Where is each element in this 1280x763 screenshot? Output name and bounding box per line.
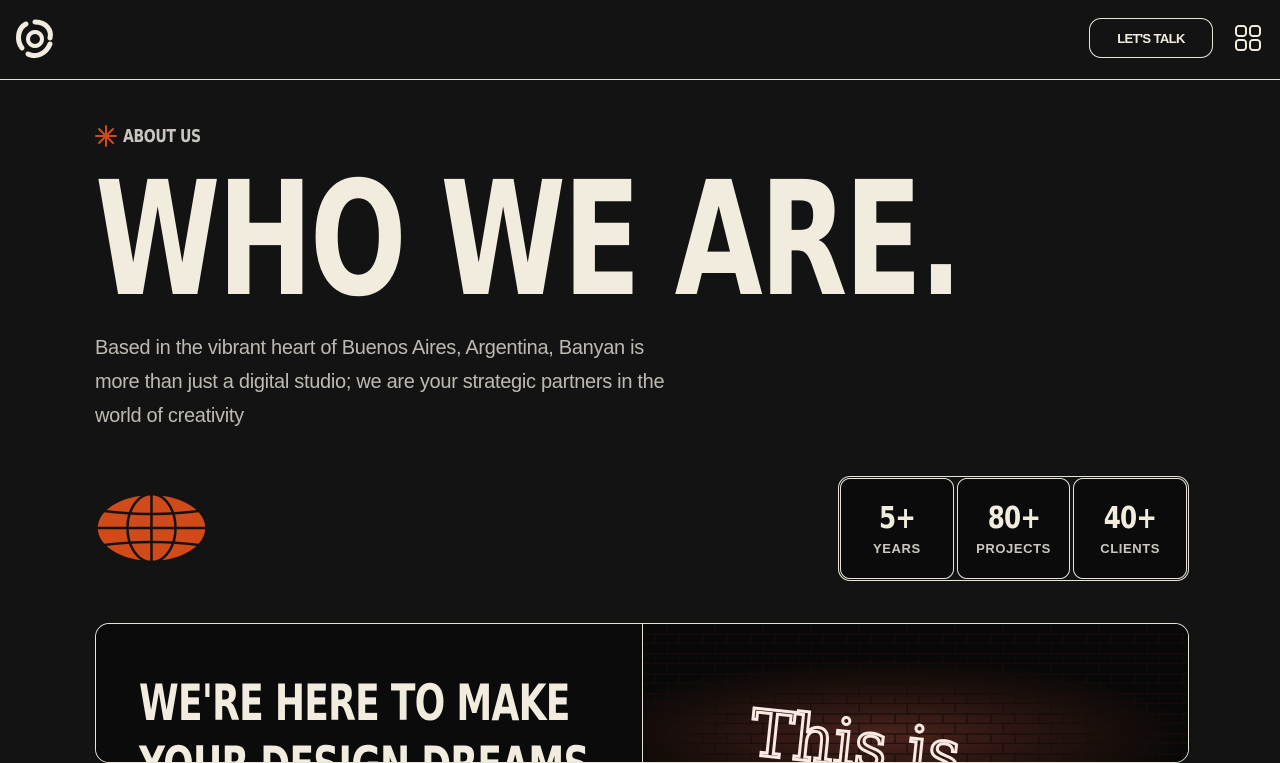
mission-cards: WE'RE HERE TO MAKE YOUR DESIGN DREAMS Th… <box>95 623 1189 763</box>
lets-talk-button[interactable]: LET'S TALK <box>1089 18 1213 58</box>
intro-paragraph: Based in the vibrant heart of Buenos Air… <box>95 337 665 427</box>
stat-years: 5+ YEARS <box>840 478 954 579</box>
stat-label: YEARS <box>872 541 921 556</box>
eyebrow-label: ABOUT US <box>123 125 201 147</box>
stat-value: 80+ <box>987 501 1040 536</box>
stat-label: CLIENTS <box>1100 541 1161 556</box>
section-eyebrow: ABOUT US <box>95 124 223 148</box>
mission-text-card: WE'RE HERE TO MAKE YOUR DESIGN DREAMS <box>96 624 643 762</box>
stat-value: 5+ <box>878 501 916 536</box>
stat-projects: 80+ PROJECTS <box>956 478 1071 579</box>
neon-sign-photo: This is <box>643 624 1188 762</box>
swirl-logo-icon[interactable] <box>12 16 58 62</box>
neon-sign-image: This is <box>643 624 1188 762</box>
stat-value: 40+ <box>1103 501 1157 536</box>
site-header: LET'S TALK <box>0 0 1280 80</box>
stats-group: 5+ YEARS 80+ PROJECTS 40+ CLIENTS <box>838 476 1189 581</box>
globe-icon <box>95 492 208 564</box>
stat-label: PROJECTS <box>976 541 1051 556</box>
page-title: WHO WE ARE. <box>95 148 963 332</box>
asterisk-icon <box>95 125 117 147</box>
mission-title-line-1: WE'RE HERE TO MAKE <box>139 674 570 732</box>
mission-title-line-2: YOUR DESIGN DREAMS <box>139 736 589 762</box>
grid-menu-icon[interactable] <box>1234 24 1262 52</box>
stat-clients: 40+ CLIENTS <box>1073 478 1188 579</box>
mission-title: WE'RE HERE TO MAKE YOUR DESIGN DREAMS <box>139 672 589 762</box>
